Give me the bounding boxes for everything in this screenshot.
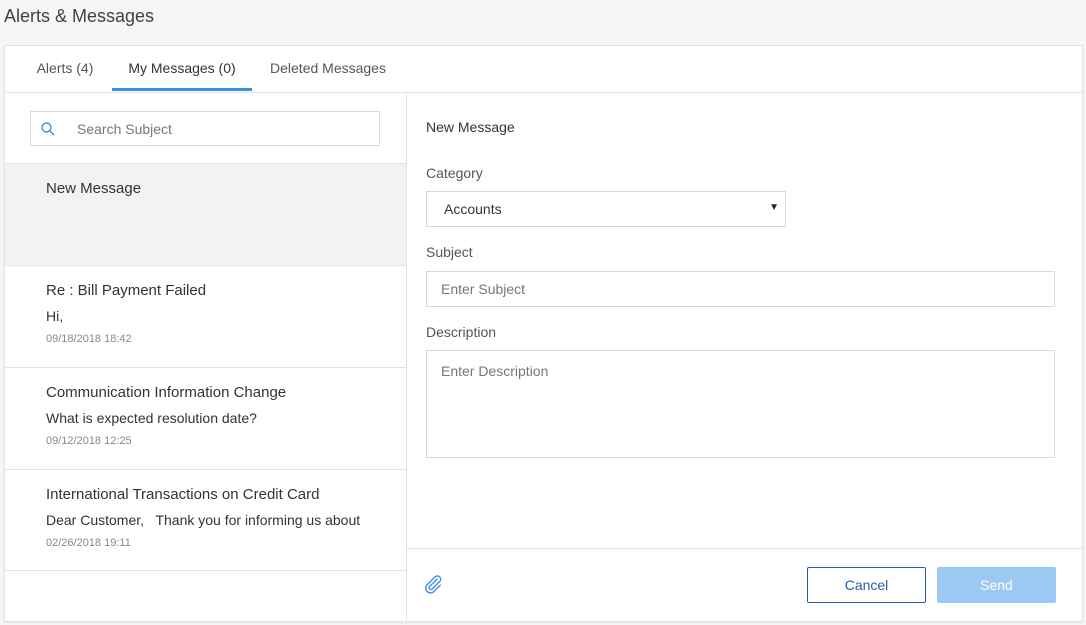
item-date: 09/18/2018 18:42 — [46, 333, 132, 345]
message-list-pane: New Message Re : Bill Payment Failed Hi,… — [5, 93, 407, 621]
search-icon — [41, 122, 55, 136]
subject-input[interactable] — [426, 271, 1055, 307]
category-label: Category — [426, 165, 483, 181]
item-preview: Hi, — [46, 308, 64, 324]
search-box — [30, 111, 380, 146]
cancel-button[interactable]: Cancel — [807, 567, 926, 603]
caret-down-icon: ▼ — [769, 202, 779, 213]
form-title: New Message — [426, 119, 515, 135]
paperclip-icon[interactable] — [422, 573, 444, 595]
item-date: 09/12/2018 12:25 — [46, 435, 132, 447]
send-button[interactable]: Send — [937, 567, 1056, 603]
messages-card: Alerts (4) My Messages (0) Deleted Messa… — [4, 45, 1083, 622]
page-title: Alerts & Messages — [4, 6, 155, 26]
list-item[interactable]: Communication Information Change What is… — [5, 367, 406, 469]
description-textarea[interactable] — [426, 350, 1055, 458]
tab-my-messages[interactable]: My Messages (0) — [112, 46, 252, 91]
item-preview: Dear Customer, Thank you for informing u… — [46, 512, 361, 528]
item-preview: What is expected resolution date? — [46, 410, 257, 426]
category-select[interactable]: Accounts ▼ — [426, 191, 786, 227]
item-date: 02/26/2018 19:11 — [46, 537, 131, 549]
item-subject: Communication Information Change — [46, 384, 287, 401]
list-item[interactable]: Re : Bill Payment Failed Hi, 09/18/2018 … — [5, 265, 406, 367]
list-item[interactable]: New Message — [5, 163, 406, 265]
item-subject: Re : Bill Payment Failed — [46, 282, 207, 299]
item-subject: International Transactions on Credit Car… — [46, 486, 320, 503]
category-select-value: Accounts — [444, 201, 502, 217]
item-subject: New Message — [46, 180, 142, 197]
tab-deleted-messages[interactable]: Deleted Messages — [267, 46, 389, 90]
message-list: New Message Re : Bill Payment Failed Hi,… — [5, 163, 406, 571]
form-footer: Cancel Send — [407, 548, 1082, 621]
description-label: Description — [426, 324, 497, 340]
tab-bar: Alerts (4) My Messages (0) Deleted Messa… — [5, 46, 1082, 93]
subject-label: Subject — [426, 244, 473, 260]
tab-alerts[interactable]: Alerts (4) — [27, 46, 103, 90]
new-message-pane: New Message Category Accounts ▼ Subject … — [407, 93, 1082, 621]
list-item[interactable]: International Transactions on Credit Car… — [5, 469, 406, 571]
search-input[interactable] — [77, 112, 372, 145]
